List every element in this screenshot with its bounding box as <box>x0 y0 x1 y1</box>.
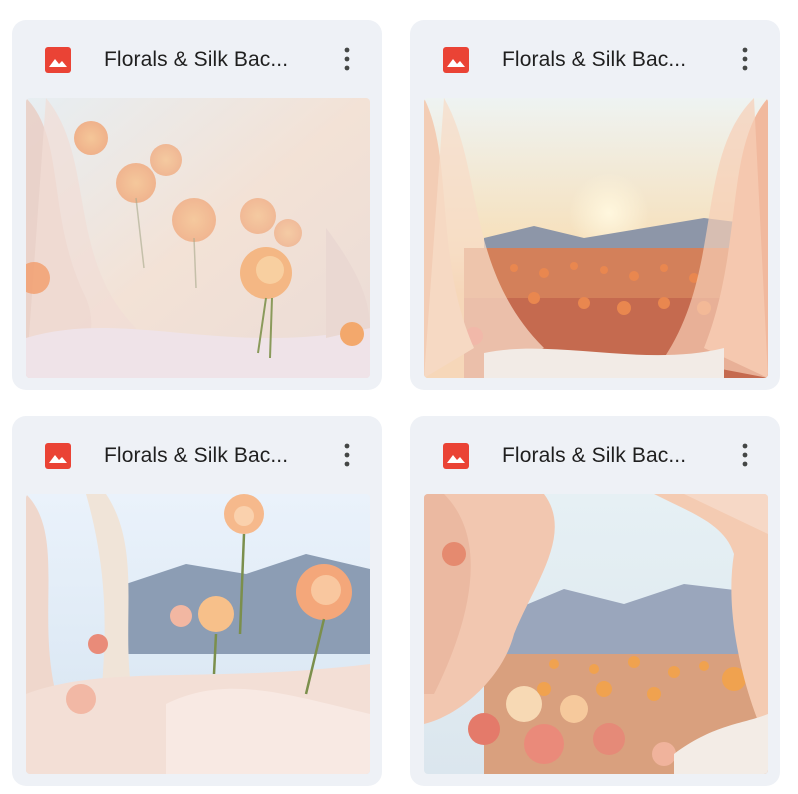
more-vert-icon <box>742 47 748 71</box>
thumbnail-image <box>26 494 370 774</box>
image-file-icon <box>45 47 71 73</box>
file-thumbnail[interactable] <box>424 98 768 378</box>
file-card[interactable]: Florals & Silk Bac... <box>410 416 780 786</box>
file-card-header: Florals & Silk Bac... <box>410 416 780 494</box>
more-vert-icon <box>344 443 350 467</box>
file-thumbnail[interactable] <box>26 98 370 378</box>
more-vert-icon <box>742 443 748 467</box>
file-thumbnail[interactable] <box>26 494 370 774</box>
file-title[interactable]: Florals & Silk Bac... <box>104 441 314 471</box>
more-actions-button[interactable] <box>332 42 362 76</box>
file-thumbnail[interactable] <box>424 494 768 774</box>
file-card[interactable]: Florals & Silk Bac... <box>12 20 382 390</box>
file-title[interactable]: Florals & Silk Bac... <box>502 45 712 75</box>
file-title[interactable]: Florals & Silk Bac... <box>104 45 314 75</box>
file-title[interactable]: Florals & Silk Bac... <box>502 441 712 471</box>
file-card[interactable]: Florals & Silk Bac... <box>12 416 382 786</box>
thumbnail-image <box>26 98 370 378</box>
more-vert-icon <box>344 47 350 71</box>
image-file-icon <box>45 443 71 469</box>
thumbnail-image <box>424 98 768 378</box>
file-grid: Florals & Silk Bac... Florals & Silk Bac… <box>0 0 798 794</box>
thumbnail-image <box>424 494 768 774</box>
more-actions-button[interactable] <box>332 438 362 472</box>
more-actions-button[interactable] <box>730 438 760 472</box>
file-card-header: Florals & Silk Bac... <box>12 20 382 98</box>
file-card-header: Florals & Silk Bac... <box>12 416 382 494</box>
image-file-icon <box>443 47 469 73</box>
file-card[interactable]: Florals & Silk Bac... <box>410 20 780 390</box>
file-card-header: Florals & Silk Bac... <box>410 20 780 98</box>
more-actions-button[interactable] <box>730 42 760 76</box>
image-file-icon <box>443 443 469 469</box>
